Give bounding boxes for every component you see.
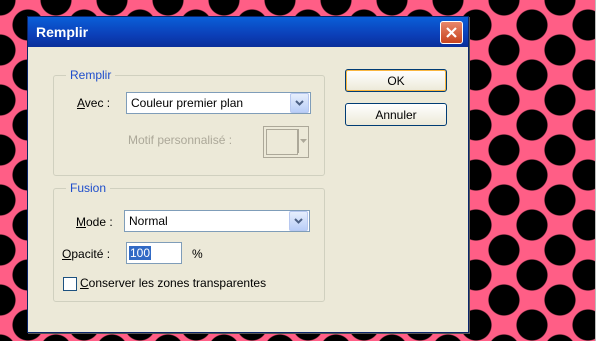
use-select-value: Couleur premier plan	[131, 96, 244, 110]
mode-dropdown-button[interactable]	[289, 211, 308, 231]
mode-label: Mode :	[76, 215, 113, 229]
use-label: Avec :	[77, 96, 111, 110]
opacity-unit: %	[192, 247, 203, 261]
opacity-input[interactable]: 100	[126, 242, 182, 264]
ok-button[interactable]: OK	[345, 69, 447, 92]
fill-dialog: Remplir Remplir Avec : Couleur premier p…	[27, 16, 469, 333]
pattern-dropdown	[298, 129, 307, 153]
mode-select[interactable]: Normal	[124, 210, 310, 232]
opacity-label: Opacité :	[62, 247, 111, 261]
mode-select-value: Normal	[129, 214, 168, 228]
pattern-picker	[263, 126, 309, 158]
use-select[interactable]: Couleur premier plan	[126, 92, 311, 114]
chevron-down-icon	[295, 100, 304, 106]
cancel-button-label: Annuler	[375, 107, 417, 122]
cancel-button[interactable]: Annuler	[345, 103, 447, 126]
title-bar[interactable]: Remplir	[28, 17, 468, 47]
preserve-transparency-label[interactable]: Conserver les zones transparentes	[80, 276, 266, 290]
opacity-value: 100	[129, 246, 152, 260]
pattern-swatch	[266, 129, 298, 155]
use-dropdown-button[interactable]	[290, 93, 309, 113]
close-icon	[446, 26, 457, 38]
fill-group-legend: Remplir	[66, 68, 116, 82]
blend-group-legend: Fusion	[66, 181, 111, 195]
preserve-transparency-checkbox[interactable]	[63, 277, 77, 291]
close-button[interactable]	[440, 20, 463, 44]
pattern-label: Motif personnalisé :	[128, 133, 233, 147]
canvas-edge	[595, 0, 609, 341]
chevron-down-icon	[300, 139, 307, 143]
dialog-title: Remplir	[36, 24, 89, 40]
chevron-down-icon	[294, 218, 303, 224]
ok-button-label: OK	[387, 73, 405, 88]
